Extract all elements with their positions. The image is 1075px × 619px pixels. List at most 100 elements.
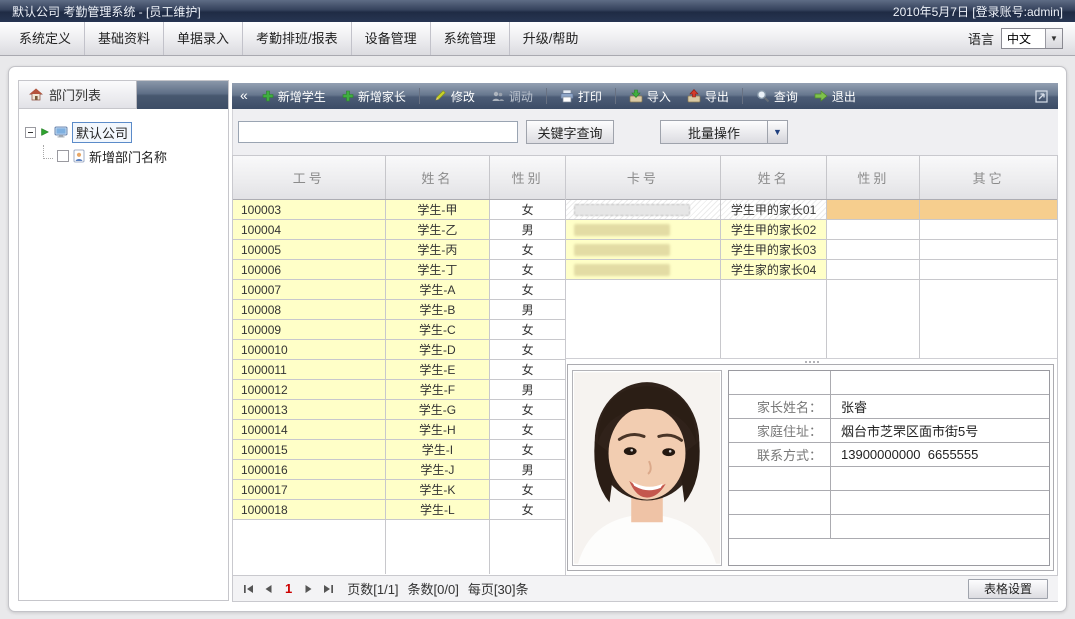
chevron-down-icon[interactable]: ▼ bbox=[767, 121, 787, 143]
tree-node-checkbox[interactable] bbox=[57, 150, 69, 162]
table-row[interactable]: 学生家的家长04 bbox=[566, 260, 1057, 280]
table-row[interactable]: 1000018 学生-L 女 bbox=[233, 500, 565, 520]
pencil-icon bbox=[433, 89, 447, 103]
add-parent-button[interactable]: 新增家长 bbox=[336, 85, 412, 107]
chevron-down-icon[interactable]: ▼ bbox=[1045, 29, 1062, 48]
table-row[interactable]: 1000017 学生-K 女 bbox=[233, 480, 565, 500]
table-row[interactable]: 100007 学生-A 女 bbox=[233, 280, 565, 300]
batch-operation-dropdown[interactable]: 批量操作 ▼ bbox=[660, 120, 788, 144]
cell-parent-name: 学生甲的家长01 bbox=[721, 200, 828, 219]
cell-student-gender: 女 bbox=[490, 400, 565, 419]
menu-item[interactable]: 设备管理 bbox=[352, 22, 431, 55]
arrow-right-icon bbox=[40, 127, 50, 137]
menu-item[interactable]: 考勤排班/报表 bbox=[243, 22, 352, 55]
last-page-button[interactable] bbox=[323, 584, 334, 594]
parents-table: 卡号 姓名 性别 其它 学生甲的家长01 bbox=[566, 155, 1058, 575]
tab-department-list-label: 部门列表 bbox=[49, 85, 101, 104]
import-button[interactable]: 导入 bbox=[623, 85, 677, 107]
menu-item[interactable]: 系统管理 bbox=[431, 22, 510, 55]
menu-item[interactable]: 基础资料 bbox=[85, 22, 164, 55]
app-window: 默认公司 考勤管理系统 - [员工维护] 2010年5月7日 [登录账号:adm… bbox=[0, 0, 1075, 619]
window-title: 默认公司 考勤管理系统 - [员工维护] bbox=[12, 3, 201, 20]
table-row[interactable]: 学生甲的家长03 bbox=[566, 240, 1057, 260]
info-label: 家庭住址： bbox=[729, 419, 831, 442]
info-value bbox=[831, 467, 1049, 490]
first-page-button[interactable] bbox=[243, 584, 254, 594]
language-selected-value: 中文 bbox=[1002, 30, 1045, 47]
tree-node-department[interactable]: 新增部门名称 bbox=[43, 146, 222, 166]
parent-detail-panel: 家长姓名： 张睿 家庭住址： 烟台市芝罘区面市街5号 bbox=[567, 364, 1054, 571]
tree-node-company-label[interactable]: 默认公司 bbox=[72, 122, 132, 143]
import-icon bbox=[629, 89, 643, 103]
column-header-gender[interactable]: 性别 bbox=[490, 156, 565, 199]
parent-photo bbox=[574, 372, 720, 564]
cell-student-name: 学生-L bbox=[386, 500, 491, 519]
cell-student-id: 1000010 bbox=[233, 340, 386, 359]
table-row[interactable]: 100009 学生-C 女 bbox=[233, 320, 565, 340]
cell-student-gender: 女 bbox=[490, 260, 565, 279]
menu-item[interactable]: 升级/帮助 bbox=[510, 22, 592, 55]
table-row[interactable]: 100005 学生-丙 女 bbox=[233, 240, 565, 260]
cell-student-name: 学生-丁 bbox=[386, 260, 491, 279]
expand-button[interactable] bbox=[1035, 89, 1048, 103]
edit-button[interactable]: 修改 bbox=[427, 85, 481, 107]
column-header-name[interactable]: 姓名 bbox=[721, 156, 828, 199]
cell-parent-gender bbox=[827, 200, 920, 219]
redacted-card-number bbox=[574, 224, 670, 236]
department-tree: 默认公司 新增部门名称 bbox=[19, 109, 228, 179]
cell-student-gender: 男 bbox=[490, 460, 565, 479]
keyword-input[interactable] bbox=[238, 121, 518, 143]
info-value: 张睿 bbox=[831, 395, 1049, 418]
exit-button[interactable]: 退出 bbox=[808, 85, 862, 107]
table-row[interactable]: 100008 学生-B 男 bbox=[233, 300, 565, 320]
table-row[interactable]: 100004 学生-乙 男 bbox=[233, 220, 565, 240]
table-row[interactable]: 1000011 学生-E 女 bbox=[233, 360, 565, 380]
table-settings-button[interactable]: 表格设置 bbox=[968, 579, 1048, 599]
table-row[interactable]: 1000016 学生-J 男 bbox=[233, 460, 565, 480]
add-student-button[interactable]: 新增学生 bbox=[256, 85, 332, 107]
table-row[interactable]: 1000012 学生-F 男 bbox=[233, 380, 565, 400]
main-menu: 系统定义基础资料单据录入考勤排班/报表设备管理系统管理升级/帮助 bbox=[6, 22, 591, 55]
collapse-button[interactable]: « bbox=[238, 85, 252, 107]
students-table-header: 工号 姓名 性别 bbox=[233, 155, 565, 200]
language-select[interactable]: 中文 ▼ bbox=[1001, 28, 1063, 49]
menu-item[interactable]: 系统定义 bbox=[6, 22, 85, 55]
table-row[interactable]: 学生甲的家长02 bbox=[566, 220, 1057, 240]
parents-table-header: 卡号 姓名 性别 其它 bbox=[566, 155, 1057, 200]
cell-student-gender: 女 bbox=[490, 500, 565, 519]
cell-parent-name: 学生甲的家长03 bbox=[721, 240, 828, 259]
info-value: 13900000000 6655555 bbox=[831, 443, 1049, 466]
print-button[interactable]: 打印 bbox=[554, 85, 608, 107]
column-header-gender[interactable]: 性别 bbox=[827, 156, 920, 199]
column-header-name[interactable]: 姓名 bbox=[386, 156, 491, 199]
tree-node-company[interactable]: 默认公司 bbox=[25, 122, 222, 142]
tree-expander-icon[interactable] bbox=[25, 127, 36, 138]
toolbar-separator bbox=[419, 88, 420, 104]
tab-department-list[interactable]: 部门列表 bbox=[19, 81, 137, 109]
prev-page-button[interactable] bbox=[263, 584, 274, 594]
keyword-search-button[interactable]: 关键字查询 bbox=[526, 120, 614, 144]
current-page[interactable]: 1 bbox=[283, 581, 294, 596]
export-button[interactable]: 导出 bbox=[681, 85, 735, 107]
table-row[interactable]: 100003 学生-甲 女 bbox=[233, 200, 565, 220]
tree-node-department-label[interactable]: 新增部门名称 bbox=[89, 147, 167, 166]
column-header-id[interactable]: 工号 bbox=[233, 156, 386, 199]
column-header-card[interactable]: 卡号 bbox=[566, 156, 721, 199]
table-row[interactable]: 学生甲的家长01 bbox=[566, 200, 1057, 220]
column-header-other[interactable]: 其它 bbox=[920, 156, 1057, 199]
table-row[interactable]: 1000014 学生-H 女 bbox=[233, 420, 565, 440]
info-label: 联系方式： bbox=[729, 443, 831, 466]
cell-student-id: 1000011 bbox=[233, 360, 386, 379]
info-label bbox=[729, 515, 831, 538]
next-page-button[interactable] bbox=[303, 584, 314, 594]
menu-item[interactable]: 单据录入 bbox=[164, 22, 243, 55]
cell-student-name: 学生-甲 bbox=[386, 200, 491, 219]
pagination-bar: 1 页数[1/1] 条数[0/0] 每页[30]条 表格设置 bbox=[232, 575, 1058, 602]
table-row[interactable]: 1000010 学生-D 女 bbox=[233, 340, 565, 360]
table-row[interactable]: 1000015 学生-I 女 bbox=[233, 440, 565, 460]
table-row[interactable]: 100006 学生-丁 女 bbox=[233, 260, 565, 280]
toolbar: « 新增学生 新增家长 修改 调动 bbox=[232, 83, 1058, 109]
table-row[interactable]: 1000013 学生-G 女 bbox=[233, 400, 565, 420]
cell-student-gender: 男 bbox=[490, 300, 565, 319]
query-button[interactable]: 查询 bbox=[750, 85, 804, 107]
